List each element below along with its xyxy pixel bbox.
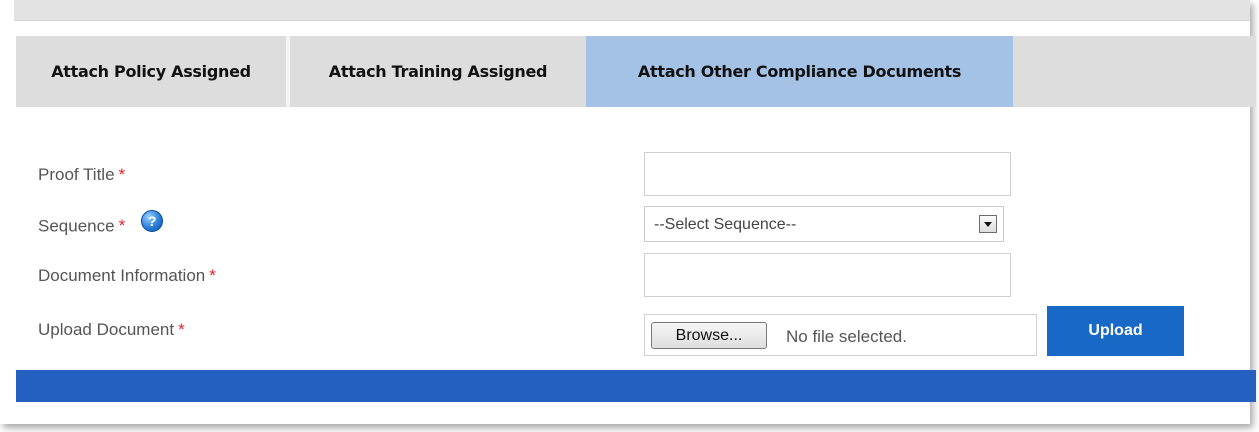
tab-label: Attach Policy Assigned <box>51 62 251 81</box>
upload-document-label: Upload Document * <box>38 320 185 340</box>
required-marker: * <box>118 216 126 236</box>
sequence-label: Sequence *? <box>38 210 164 238</box>
field-label: Sequence <box>38 216 115 236</box>
tab-attach-policy-assigned[interactable]: Attach Policy Assigned <box>16 36 286 107</box>
compliance-panel: Attach Policy Assigned Attach Training A… <box>0 0 1256 424</box>
upload-button[interactable]: Upload <box>1047 306 1184 356</box>
tab-label: Attach Other Compliance Documents <box>637 62 962 81</box>
required-marker: * <box>209 266 216 285</box>
file-picker: Browse... No file selected. <box>644 314 1037 356</box>
footer-bar <box>16 370 1256 402</box>
document-information-label: Document Information * <box>38 266 216 286</box>
field-label: Proof Title <box>38 165 115 184</box>
document-information-input[interactable] <box>644 253 1011 297</box>
proof-title-input[interactable] <box>644 152 1011 196</box>
sequence-select[interactable]: --Select Sequence-- <box>644 206 1004 242</box>
required-marker: * <box>178 320 185 339</box>
field-label: Document Information <box>38 266 206 285</box>
top-strip <box>14 0 1250 21</box>
chevron-down-icon[interactable] <box>979 215 997 233</box>
tab-attach-other-compliance-documents[interactable]: Attach Other Compliance Documents <box>586 36 1013 107</box>
required-marker: * <box>118 165 126 184</box>
tab-label: Attach Training Assigned <box>328 62 548 81</box>
field-label: Upload Document <box>38 320 175 339</box>
proof-title-label: Proof Title * <box>38 165 125 185</box>
tab-bar: Attach Policy Assigned Attach Training A… <box>16 36 1256 107</box>
file-status-text: No file selected. <box>786 327 907 346</box>
browse-button[interactable]: Browse... <box>651 322 767 349</box>
tab-attach-training-assigned[interactable]: Attach Training Assigned <box>290 36 586 107</box>
help-question-icon[interactable]: ? <box>141 210 164 232</box>
sequence-selected-value: --Select Sequence-- <box>654 216 797 233</box>
